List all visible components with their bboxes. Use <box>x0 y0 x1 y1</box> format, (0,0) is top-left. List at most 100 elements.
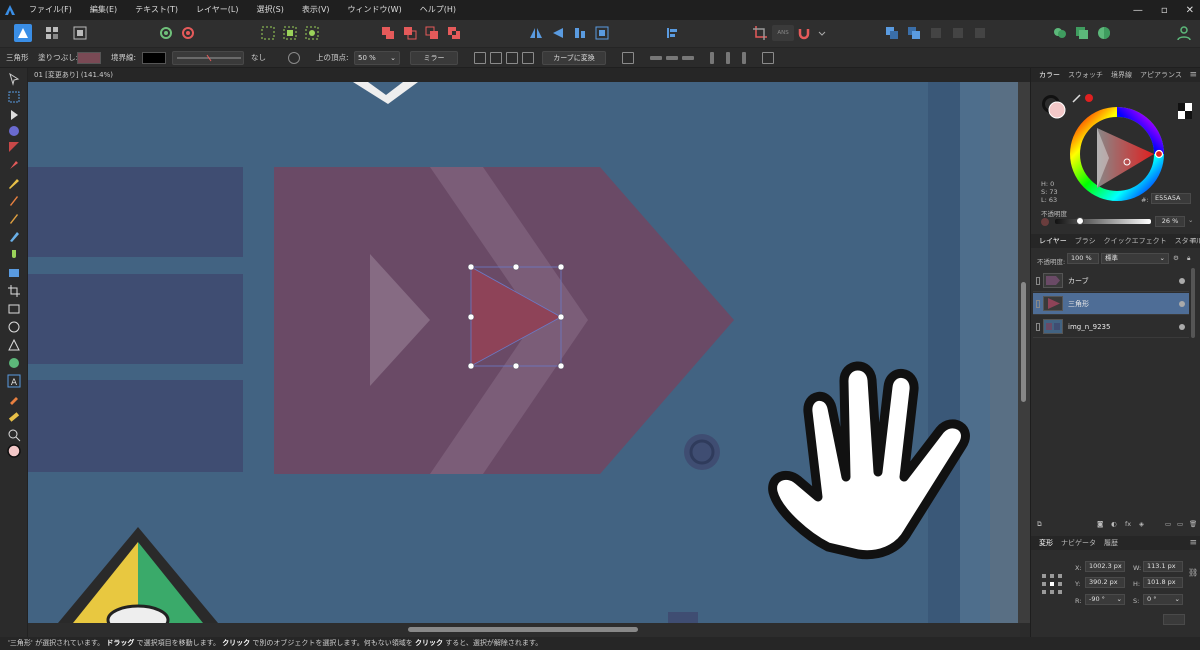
triangle-tool-icon[interactable] <box>7 338 21 352</box>
eyedropper-icon[interactable] <box>1071 92 1097 104</box>
order-back-icon[interactable] <box>950 25 966 41</box>
pencil-tool-icon[interactable] <box>7 176 21 190</box>
stroke-color-swatch[interactable] <box>142 52 166 64</box>
layer-visibility-icon[interactable] <box>1036 277 1040 285</box>
snap-icon[interactable] <box>622 52 634 64</box>
fit-icon[interactable] <box>490 52 502 64</box>
menu-view[interactable]: 表示(V) <box>293 0 339 20</box>
snapping-label[interactable]: ANS <box>772 25 794 41</box>
chevron-down-icon[interactable]: ⌄ <box>1188 216 1193 224</box>
tab-stroke[interactable]: 境界線 <box>1107 68 1136 82</box>
studio-icon[interactable] <box>1096 25 1112 41</box>
mask-icon[interactable]: ◙ <box>1097 520 1103 528</box>
selection-mode-icon[interactable] <box>260 25 276 41</box>
opacity-slider-knob[interactable] <box>1075 217 1084 225</box>
order-forward-icon[interactable] <box>906 25 922 41</box>
export-persona-icon[interactable] <box>72 25 88 41</box>
rotate-icon[interactable] <box>572 25 588 41</box>
fill-color-swatch[interactable] <box>77 52 101 64</box>
convert-to-curves-button[interactable]: カーブに変換 <box>542 51 606 65</box>
panel-menu-icon[interactable]: ≡ <box>1189 68 1197 82</box>
align-right-icon[interactable] <box>682 56 694 60</box>
align-left-icon[interactable] <box>650 56 662 60</box>
boolean-subtract-icon[interactable] <box>402 25 418 41</box>
layer-opacity-input[interactable]: 100 % <box>1067 253 1099 264</box>
hex-input[interactable]: E55A5A <box>1151 193 1191 204</box>
rectangle-tool-icon[interactable] <box>7 302 21 316</box>
tab-color[interactable]: カラー <box>1035 68 1064 82</box>
tab-transform[interactable]: 変形 <box>1035 536 1057 550</box>
flip-horizontal-icon[interactable] <box>528 25 544 41</box>
horizontal-scroll-thumb[interactable] <box>408 627 638 632</box>
rotation-input[interactable]: -90 ° ⌄ <box>1085 594 1125 605</box>
gear-icon[interactable]: ⚙ <box>1173 254 1179 262</box>
ruler-tool-icon[interactable] <box>7 410 21 424</box>
top-vertex-input[interactable]: 50 % ⌄ <box>354 51 400 65</box>
fill-tool-icon[interactable] <box>7 230 21 244</box>
maximize-button[interactable]: ▫ <box>1161 5 1168 16</box>
layer-visibility-icon[interactable] <box>1036 323 1040 331</box>
trash-icon[interactable]: 🗑︎ <box>1189 520 1197 528</box>
gear-alt-icon[interactable] <box>180 25 196 41</box>
blend-mode-select[interactable]: 標準 ⌄ <box>1101 253 1169 264</box>
boolean-xor-icon[interactable] <box>446 25 462 41</box>
photo-persona-icon[interactable] <box>14 24 32 42</box>
fill-stroke-swatch-icon[interactable] <box>7 442 21 460</box>
transform-options-button[interactable] <box>1163 614 1185 625</box>
close-button[interactable]: ✕ <box>1186 5 1194 16</box>
document-tab[interactable]: 01 [変更あり] (141.4%) <box>28 68 1030 82</box>
brush-tool-icon[interactable] <box>7 194 21 208</box>
live-filter-icon[interactable]: ◈ <box>1139 520 1144 528</box>
fill-stroke-selector-icon[interactable] <box>1039 92 1071 120</box>
mirror-button[interactable]: ミラー <box>410 51 458 65</box>
tab-quick-effects[interactable]: クイックエフェクト <box>1100 234 1171 248</box>
tab-appearance[interactable]: アピアランス <box>1136 68 1186 82</box>
menu-text[interactable]: テキスト(T) <box>126 0 187 20</box>
layer-visibility-icon[interactable] <box>1036 300 1040 308</box>
layer-options-icon[interactable]: ⧉ <box>1037 520 1042 529</box>
zoom-tool-icon[interactable] <box>7 428 21 442</box>
panel-menu-icon[interactable]: ≡ <box>1189 234 1197 248</box>
tab-navigator[interactable]: ナビゲータ <box>1057 536 1100 550</box>
align-center-icon[interactable] <box>666 56 678 60</box>
text-tool-icon[interactable]: A <box>7 374 21 388</box>
opacity-input[interactable]: 26 % <box>1155 216 1185 227</box>
add-group-icon[interactable]: ▭ <box>1165 520 1171 528</box>
add-layer-icon[interactable]: ▭ <box>1177 520 1183 528</box>
menu-layer[interactable]: レイヤー(L) <box>187 0 247 20</box>
lock-icon[interactable]: 🔒︎ <box>1187 254 1190 263</box>
layers-scrollbar[interactable] <box>1191 268 1195 338</box>
menu-help[interactable]: ヘルプ(H) <box>411 0 465 20</box>
minimize-button[interactable]: — <box>1133 5 1143 16</box>
vector-brush-icon[interactable] <box>7 212 21 226</box>
magnet-icon[interactable] <box>796 25 812 41</box>
w-input[interactable]: 113.1 px <box>1143 561 1183 572</box>
affinity-logo-icon[interactable] <box>0 0 20 20</box>
layer-visibility-dot[interactable] <box>1179 324 1185 330</box>
color-wheel[interactable] <box>1069 106 1165 202</box>
arrange-icon[interactable] <box>594 25 610 41</box>
order-front-icon[interactable] <box>884 25 900 41</box>
align-middle-icon[interactable] <box>726 52 730 64</box>
boolean-intersect-icon[interactable] <box>424 25 440 41</box>
align-icon[interactable] <box>664 25 680 41</box>
move-tool-icon[interactable] <box>7 72 21 86</box>
x-input[interactable]: 1002.3 px <box>1085 561 1125 572</box>
pixel-persona-icon[interactable] <box>44 25 60 41</box>
menu-edit[interactable]: 編集(E) <box>81 0 126 20</box>
shape-tool-icon[interactable] <box>7 356 21 370</box>
selection-mode-2-icon[interactable] <box>282 25 298 41</box>
artboard-tool-icon[interactable] <box>7 90 21 104</box>
gradient-tool-icon[interactable] <box>7 248 21 262</box>
align-bottom-icon[interactable] <box>742 52 746 64</box>
align-top-icon[interactable] <box>710 52 714 64</box>
tab-history[interactable]: 履歴 <box>1100 536 1122 550</box>
stroke-settings-icon[interactable] <box>288 52 300 64</box>
group-icon[interactable] <box>972 25 988 41</box>
tab-swatches[interactable]: スウォッチ <box>1064 68 1107 82</box>
boolean-add-icon[interactable] <box>380 25 396 41</box>
tab-brushes[interactable]: ブラシ <box>1071 234 1100 248</box>
panel-menu-icon[interactable]: ≡ <box>1189 536 1197 550</box>
bounding-box-icon[interactable] <box>506 52 518 64</box>
selection-mode-3-icon[interactable] <box>304 25 320 41</box>
